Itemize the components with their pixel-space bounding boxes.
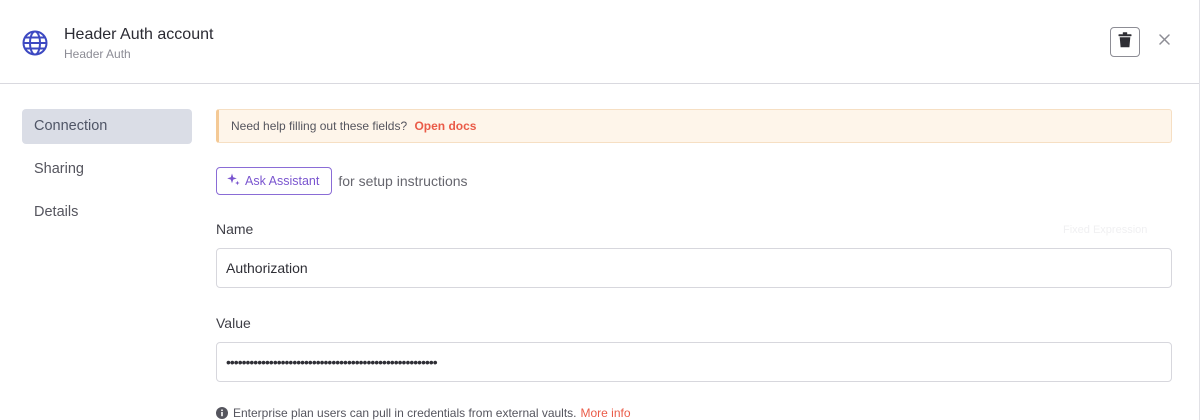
close-icon [1158,32,1170,50]
sidebar-item-connection[interactable]: Connection [22,109,192,144]
notice-text: Need help filling out these fields? [231,119,408,133]
hint-text: Enterprise plan users can pull in creden… [233,406,577,420]
sidebar-item-details[interactable]: Details [22,195,192,230]
trash-icon [1118,31,1132,53]
sidebar-item-label: Sharing [34,161,84,177]
page-title: Header Auth account [64,26,214,43]
help-notice: Need help filling out these fields? Open… [216,109,1172,143]
delete-button[interactable] [1110,27,1140,57]
more-info-link[interactable]: More info [581,406,631,420]
credential-modal: Header Auth account Header Auth Connecti… [0,0,1200,420]
assistant-row: Ask Assistant for setup instructions [216,167,1172,195]
vault-hint: Enterprise plan users can pull in creden… [216,406,631,420]
ask-assistant-label: Ask Assistant [245,174,320,188]
sidebar: Connection Sharing Details [22,109,192,238]
parameter-mode-toggle[interactable]: Fixed Expression [1063,224,1147,236]
sidebar-item-sharing[interactable]: Sharing [22,152,192,187]
name-field[interactable]: Authorization [216,248,1172,288]
close-button[interactable] [1155,32,1173,50]
sidebar-item-label: Details [34,204,79,220]
sparkle-icon [227,173,245,189]
page-subtitle: Header Auth [64,47,131,61]
name-label: Name [216,221,254,237]
sidebar-item-label: Connection [34,118,108,134]
ask-assistant-button[interactable]: Ask Assistant [216,167,333,195]
main-content: Need help filling out these fields? Open… [216,109,1172,382]
open-docs-link[interactable]: Open docs [414,119,476,133]
globe-icon [21,29,49,57]
modal-header: Header Auth account Header Auth [0,0,1199,84]
info-icon [216,407,228,419]
assistant-suffix: for setup instructions [338,173,468,189]
value-label: Value [216,315,251,331]
value-field[interactable]: ••••••••••••••••••••••••••••••••••••••••… [216,342,1172,382]
